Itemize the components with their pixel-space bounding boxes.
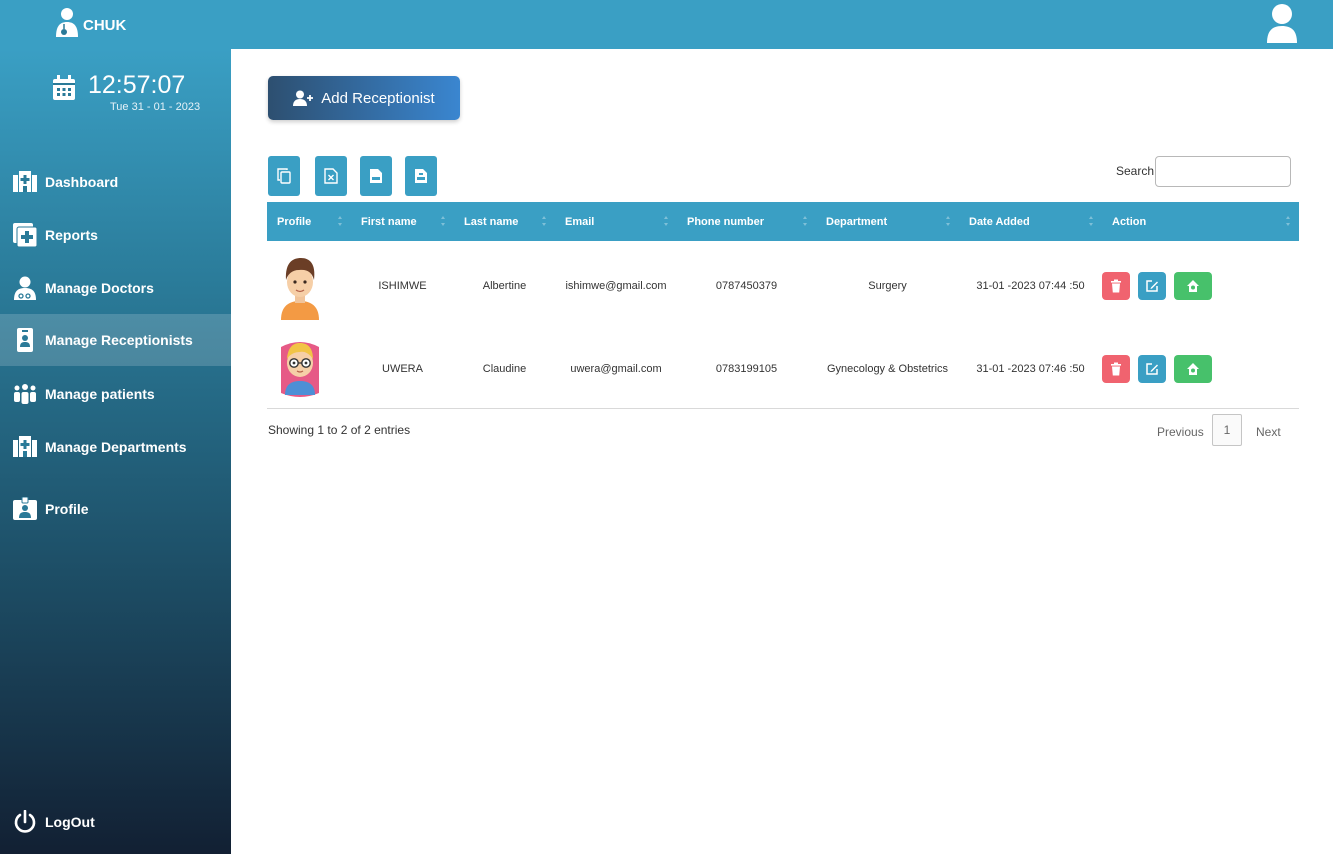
clock-time: 12:57:07 bbox=[88, 71, 186, 99]
cell-email: ishimwe@gmail.com bbox=[565, 280, 667, 292]
row-actions bbox=[1102, 355, 1299, 384]
pagination-page-1[interactable]: 1 bbox=[1212, 414, 1242, 446]
sort-icon bbox=[946, 216, 951, 226]
pagination-previous[interactable]: Previous bbox=[1157, 425, 1204, 439]
table-info: Showing 1 to 2 of 2 entries bbox=[268, 423, 411, 437]
edit-button[interactable] bbox=[1138, 355, 1166, 384]
table-row: ISHIMWE Albertine ishimwe@gmail.com 0787… bbox=[267, 241, 1299, 331]
details-button[interactable] bbox=[1174, 272, 1212, 300]
calendar-icon bbox=[53, 75, 75, 100]
sidebar-item-reports[interactable]: Reports bbox=[0, 209, 231, 261]
edit-button[interactable] bbox=[1138, 272, 1166, 300]
doctor-icon bbox=[13, 276, 37, 300]
sort-icon bbox=[1089, 216, 1094, 226]
sidebar-item-label: Reports bbox=[45, 227, 98, 243]
edit-icon bbox=[1146, 280, 1158, 292]
column-header-last-name[interactable]: Last name bbox=[454, 202, 555, 241]
id-badge-icon bbox=[13, 328, 37, 352]
cell-email: uwera@gmail.com bbox=[555, 331, 677, 409]
hospital-icon bbox=[13, 170, 37, 194]
column-header-action[interactable]: Action bbox=[1102, 202, 1299, 241]
sidebar: 12:57:07 Tue 31 - 01 - 2023 Dashboard Re… bbox=[0, 49, 231, 854]
sort-icon bbox=[542, 216, 547, 226]
sidebar-item-label: Manage patients bbox=[45, 386, 155, 402]
delete-button[interactable] bbox=[1102, 272, 1130, 300]
excel-export-button[interactable] bbox=[315, 156, 347, 196]
details-button[interactable] bbox=[1174, 355, 1212, 384]
sort-icon bbox=[1286, 216, 1291, 226]
doctor-logo-icon bbox=[56, 8, 78, 37]
column-header-email[interactable]: Email bbox=[555, 202, 677, 241]
brand[interactable]: CHUK bbox=[55, 7, 126, 39]
table-row: UWERA Claudine uwera@gmail.com 078319910… bbox=[267, 331, 1299, 409]
cell-phone: 0783199105 bbox=[677, 331, 816, 409]
trash-icon bbox=[1111, 362, 1121, 376]
cell-last-name: Albertine bbox=[482, 280, 527, 292]
cell-first-name: UWERA bbox=[351, 331, 454, 409]
cell-phone: 0787450379 bbox=[715, 280, 778, 292]
pagination-next[interactable]: Next bbox=[1256, 425, 1281, 439]
user-avatar-icon[interactable] bbox=[1265, 3, 1299, 43]
add-receptionist-button[interactable]: Add Receptionist bbox=[268, 76, 460, 120]
sidebar-item-label: Manage Departments bbox=[45, 439, 187, 455]
cell-last-name: Claudine bbox=[454, 331, 555, 409]
row-actions bbox=[1102, 272, 1299, 300]
copy-button[interactable] bbox=[268, 156, 300, 196]
edit-icon bbox=[1146, 363, 1158, 375]
cell-date-added: 31-01 -2023 07:44 :50 bbox=[976, 280, 1085, 292]
sidebar-item-label: Profile bbox=[45, 501, 89, 517]
sort-icon bbox=[338, 216, 343, 226]
logout-button[interactable]: LogOut bbox=[0, 796, 231, 848]
cell-first-name: ISHIMWE bbox=[378, 280, 427, 292]
clock-widget: 12:57:07 Tue 31 - 01 - 2023 bbox=[52, 71, 200, 113]
search-label: Search: bbox=[1116, 164, 1158, 178]
people-group-icon bbox=[13, 382, 37, 406]
cell-date-added: 31-01 -2023 07:46 :50 bbox=[959, 331, 1102, 409]
sidebar-item-manage-doctors[interactable]: Manage Doctors bbox=[0, 262, 231, 314]
cell-department: Gynecology & Obstetrics bbox=[816, 331, 959, 409]
sort-icon bbox=[664, 216, 669, 226]
hospital-icon bbox=[13, 435, 37, 459]
clock-date: Tue 31 - 01 - 2023 bbox=[110, 101, 201, 113]
pdf-export-button[interactable] bbox=[405, 156, 437, 196]
sort-icon bbox=[441, 216, 446, 226]
id-card-icon bbox=[13, 497, 37, 521]
home-user-icon bbox=[1187, 363, 1199, 376]
sort-icon bbox=[803, 216, 808, 226]
table-header-row: Profile First name Last name Email Phone… bbox=[267, 202, 1299, 241]
csv-export-button[interactable] bbox=[360, 156, 392, 196]
sidebar-item-label: Manage Receptionists bbox=[45, 332, 193, 348]
sidebar-item-label: Manage Doctors bbox=[45, 280, 154, 296]
logout-label: LogOut bbox=[45, 814, 95, 830]
sidebar-item-label: Dashboard bbox=[45, 174, 119, 190]
sidebar-item-manage-receptionists[interactable]: Manage Receptionists bbox=[0, 314, 231, 366]
search-input[interactable] bbox=[1155, 156, 1291, 187]
boy-avatar-icon bbox=[277, 252, 323, 320]
add-receptionist-label: Add Receptionist bbox=[321, 89, 435, 107]
girl-glasses-avatar-icon bbox=[277, 335, 323, 404]
copy-icon bbox=[277, 168, 291, 184]
column-header-date-added[interactable]: Date Added bbox=[959, 202, 1102, 241]
column-header-profile[interactable]: Profile bbox=[267, 202, 351, 241]
csv-icon bbox=[370, 169, 382, 183]
sidebar-item-profile[interactable]: Profile bbox=[0, 483, 231, 535]
sidebar-item-manage-departments[interactable]: Manage Departments bbox=[0, 421, 231, 473]
home-user-icon bbox=[1187, 280, 1199, 292]
top-bar: CHUK bbox=[0, 0, 1333, 49]
excel-icon bbox=[324, 168, 338, 184]
delete-button[interactable] bbox=[1102, 355, 1130, 384]
sidebar-item-manage-patients[interactable]: Manage patients bbox=[0, 368, 231, 420]
column-header-first-name[interactable]: First name bbox=[351, 202, 454, 241]
pdf-icon bbox=[415, 169, 427, 183]
cell-department: Surgery bbox=[868, 280, 907, 292]
app-name: CHUK bbox=[83, 16, 127, 34]
power-icon bbox=[13, 810, 37, 834]
column-header-department[interactable]: Department bbox=[816, 202, 959, 241]
sidebar-item-dashboard[interactable]: Dashboard bbox=[0, 156, 231, 208]
trash-icon bbox=[1111, 279, 1121, 293]
receptionists-table: Profile First name Last name Email Phone… bbox=[267, 202, 1299, 409]
medical-file-icon bbox=[13, 223, 37, 247]
user-plus-icon bbox=[293, 90, 314, 106]
column-header-phone-number[interactable]: Phone number bbox=[677, 202, 816, 241]
